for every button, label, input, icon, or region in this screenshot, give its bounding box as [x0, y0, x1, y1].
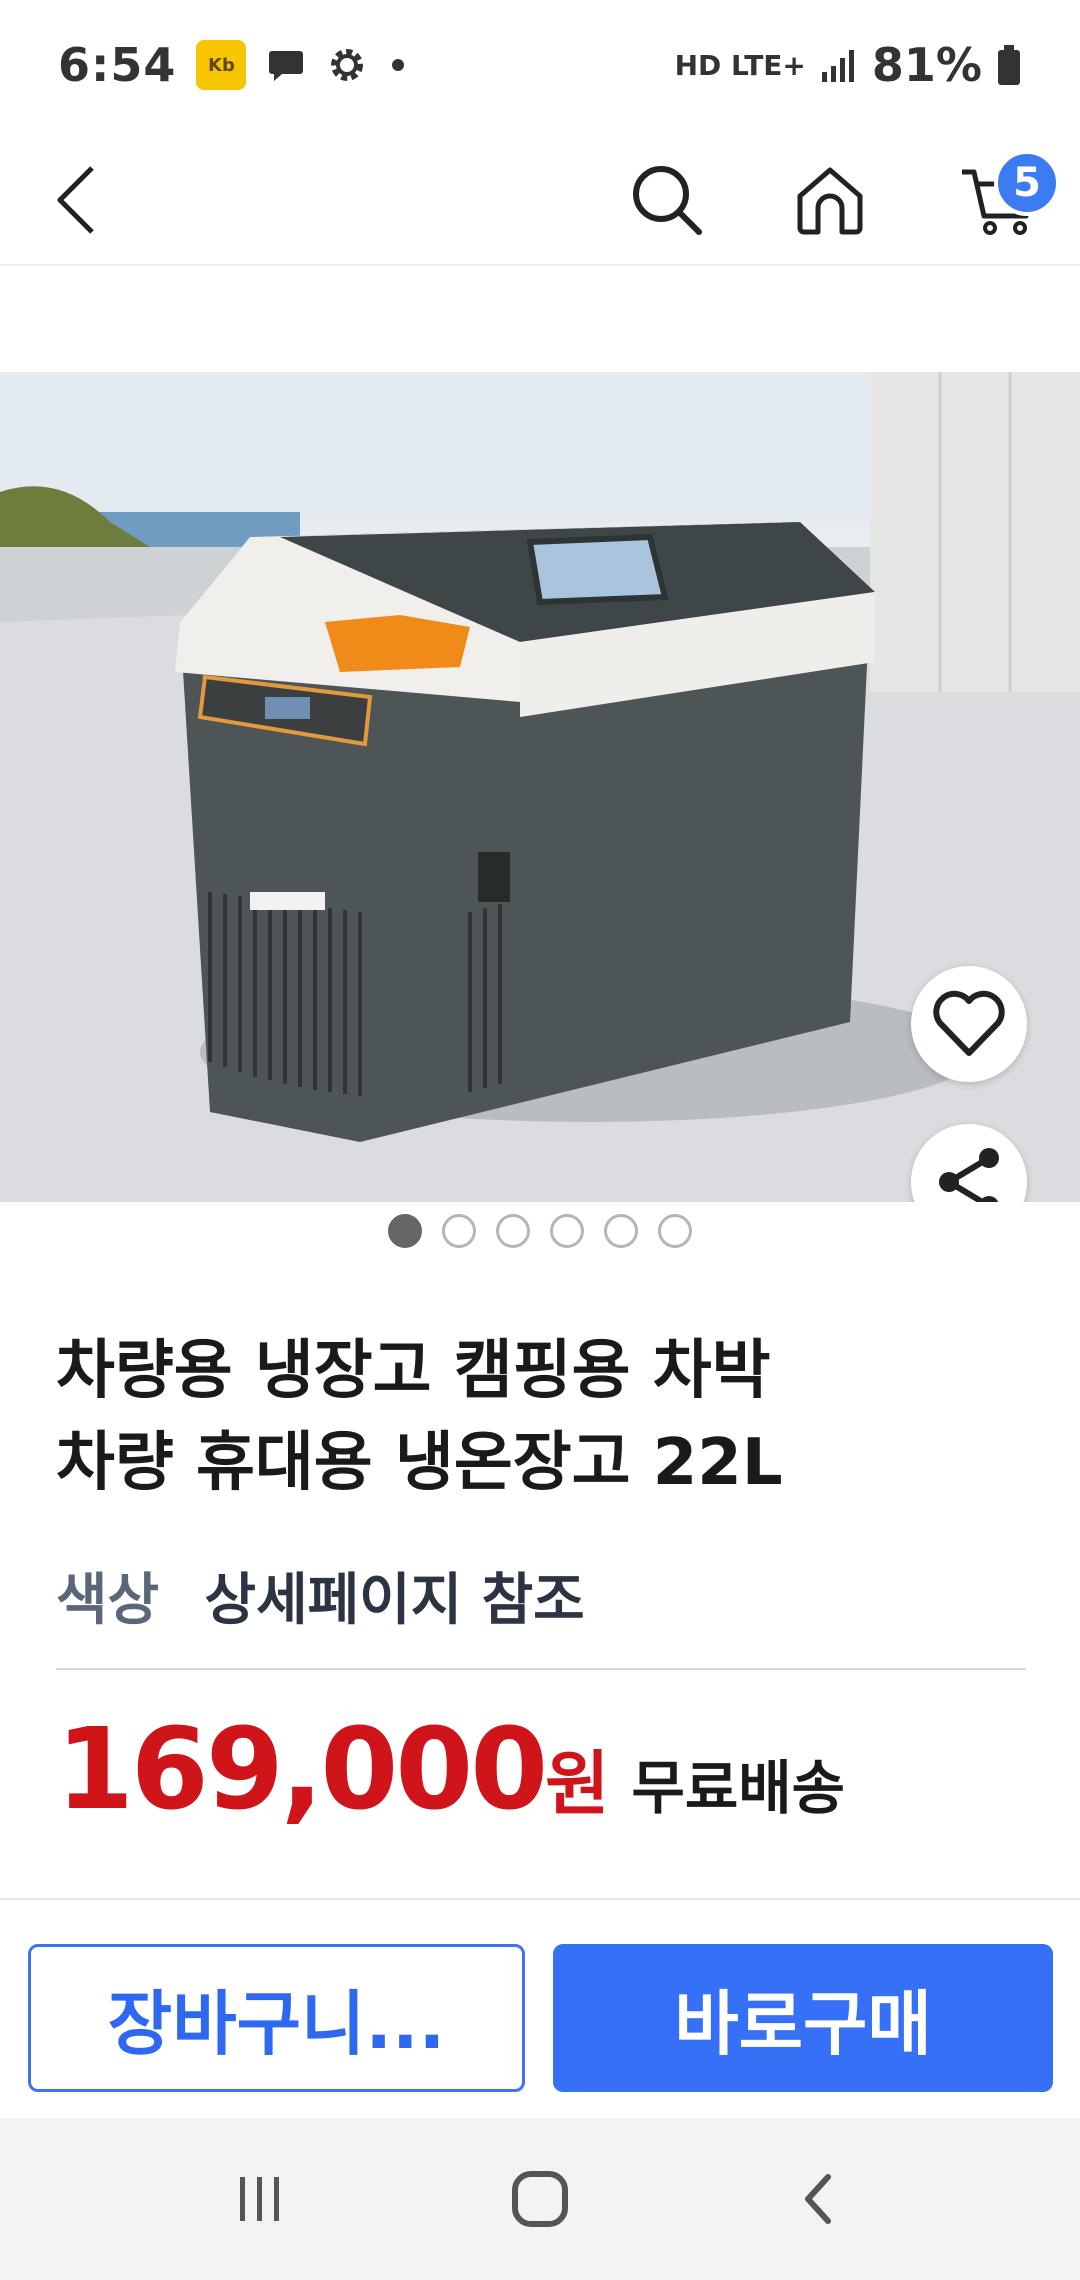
back-chevron-icon: [805, 2174, 831, 2224]
option-row: 색상 상세페이지 참조: [56, 1555, 585, 1636]
option-label: 색상: [56, 1568, 160, 1633]
battery-icon: [998, 45, 1020, 85]
home-square-icon: [512, 2171, 568, 2227]
product-photo: [0, 372, 1080, 1202]
add-to-cart-button[interactable]: 장바구니...: [28, 1944, 525, 2092]
status-bar: 6:54 Kb HD LTE+ 81%: [0, 0, 1080, 130]
cart-button[interactable]: 5: [940, 150, 1060, 250]
share-icon: [939, 1148, 999, 1202]
chevron-left-icon: [57, 166, 94, 234]
buy-now-button[interactable]: 바로구매: [553, 1944, 1053, 2092]
product-image[interactable]: [0, 372, 1080, 1202]
pagination-dot-2[interactable]: [442, 1214, 476, 1248]
system-nav-bar: [0, 2118, 1080, 2280]
back-nav-button[interactable]: [770, 2149, 870, 2249]
pagination-dot-1[interactable]: [388, 1214, 422, 1248]
search-button[interactable]: [617, 150, 717, 250]
dot-icon: [392, 59, 405, 71]
price-unit: 원: [545, 1743, 610, 1825]
price-row: 169,000 원 무료배송: [56, 1705, 845, 1835]
shipping-info: 무료배송: [631, 1754, 845, 1822]
home-nav-button[interactable]: [490, 2149, 590, 2249]
heart-icon: [933, 990, 1005, 1056]
product-title-line1: 차량용 냉장고 캠핑용 차박: [56, 1334, 771, 1408]
option-value: 상세페이지 참조: [204, 1568, 585, 1633]
recent-apps-icon: [240, 2177, 279, 2221]
chat-icon: [269, 51, 304, 81]
kb-bank-icon: Kb: [196, 40, 247, 90]
product-title-line2: 차량 휴대용 냉온장고 22L: [56, 1426, 783, 1500]
action-bar: 장바구니... 바로구매: [0, 1898, 1080, 2118]
cart-count-badge: 5: [994, 150, 1060, 216]
status-left: 6:54 Kb: [58, 38, 408, 92]
pagination-dot-6[interactable]: [658, 1214, 692, 1248]
image-pagination: [0, 1214, 1080, 1248]
battery-percent: 81%: [871, 38, 982, 92]
search-icon: [633, 166, 702, 235]
settings-icon: [331, 49, 364, 81]
price-value: 169,000: [56, 1705, 548, 1835]
back-button[interactable]: [28, 150, 128, 250]
signal-icon: [821, 50, 854, 82]
recent-apps-button[interactable]: [210, 2149, 310, 2249]
pagination-dot-4[interactable]: [550, 1214, 584, 1248]
divider: [56, 1668, 1026, 1670]
app-bar: 5: [0, 130, 1080, 266]
network-indicator: HD LTE+: [674, 48, 806, 82]
home-button[interactable]: [780, 150, 880, 250]
wishlist-button[interactable]: [911, 966, 1027, 1082]
status-time: 6:54: [58, 38, 177, 92]
product-title: 차량용 냉장고 캠핑용 차박 차량 휴대용 냉온장고 22L: [56, 1325, 1024, 1509]
pagination-dot-5[interactable]: [604, 1214, 638, 1248]
pagination-dot-3[interactable]: [496, 1214, 530, 1248]
status-right: HD LTE+ 81%: [675, 38, 1022, 92]
home-icon: [797, 167, 863, 235]
